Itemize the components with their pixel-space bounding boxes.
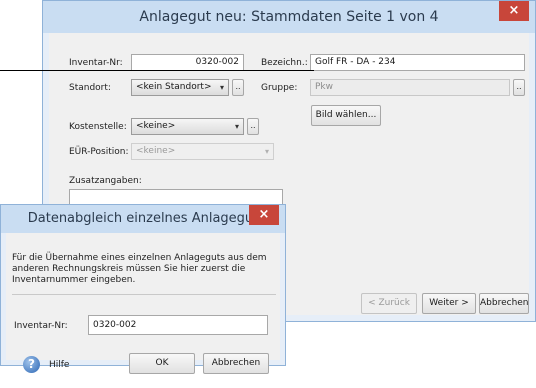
ok-button[interactable]: OK <box>129 353 195 374</box>
dialog-inventar-label: Inventar-Nr: <box>14 321 68 331</box>
chevron-down-icon: ▾ <box>234 122 239 131</box>
dialog-inventar-input[interactable]: 0320-002 <box>88 315 268 335</box>
dialog-abbrechen-button[interactable]: Abbrechen <box>203 353 269 374</box>
close-button[interactable]: × <box>499 1 529 21</box>
chevron-down-icon: ▾ <box>219 83 224 92</box>
help-icon[interactable]: ? <box>23 356 40 373</box>
standort-value: <kein Standort> <box>136 82 212 92</box>
hilfe-label[interactable]: Hilfe <box>49 360 69 370</box>
dialog-message: Für die Übernahme eines einzelnen Anlage… <box>12 253 267 286</box>
zusatzangaben-label: Zusatzangaben: <box>69 176 142 186</box>
zurueck-button[interactable]: < Zurück <box>361 293 417 314</box>
message-line-3: Inventarnummer eingeben. <box>12 275 136 285</box>
gruppe-browse-button[interactable]: .. <box>513 79 525 96</box>
eur-position-label: EÜR-Position: <box>69 147 129 157</box>
weiter-button[interactable]: Weiter > <box>422 293 476 314</box>
kostenstelle-browse-button[interactable]: .. <box>247 118 259 135</box>
inventar-label: Inventar-Nr: <box>69 58 123 68</box>
kostenstelle-label: Kostenstelle: <box>69 122 127 132</box>
standort-select[interactable]: <kein Standort> ▾ <box>131 79 229 96</box>
datenabgleich-dialog: Datenabgleich einzelnes Anlagegut × Für … <box>0 204 286 374</box>
callout-line-top <box>0 70 314 71</box>
dialog-title: Datenabgleich einzelnes Anlagegut <box>1 205 285 233</box>
chevron-down-icon: ▾ <box>264 147 269 156</box>
dialog-separator <box>12 294 276 295</box>
window-title: Anlagegut neu: Stammdaten Seite 1 von 4 <box>43 1 535 33</box>
standort-browse-button[interactable]: .. <box>232 79 244 96</box>
gruppe-input[interactable]: Pkw <box>310 79 510 96</box>
eur-position-value: <keine> <box>136 146 176 156</box>
eur-position-select[interactable]: <keine> ▾ <box>131 143 274 160</box>
standort-label: Standort: <box>69 83 111 93</box>
kostenstelle-value: <keine> <box>136 121 176 131</box>
message-line-1: Für die Übernahme eines einzelnen Anlage… <box>12 253 267 263</box>
abbrechen-button[interactable]: Abbrechen <box>479 293 529 314</box>
dialog-close-button[interactable]: × <box>249 205 279 225</box>
bezeichn-label: Bezeichn.: <box>261 58 308 68</box>
dialog-body: Für die Übernahme eines einzelnen Anlage… <box>6 233 280 374</box>
kostenstelle-select[interactable]: <keine> ▾ <box>131 118 244 135</box>
message-line-2: anderen Rechnungskreis müssen Sie hier z… <box>12 264 246 274</box>
inventar-input[interactable]: 0320-002 <box>131 54 244 71</box>
bezeichnung-input[interactable]: Golf FR - DA - 234 <box>310 54 525 71</box>
bild-waehlen-button[interactable]: Bild wählen... <box>311 105 381 126</box>
gruppe-label: Gruppe: <box>261 83 298 93</box>
